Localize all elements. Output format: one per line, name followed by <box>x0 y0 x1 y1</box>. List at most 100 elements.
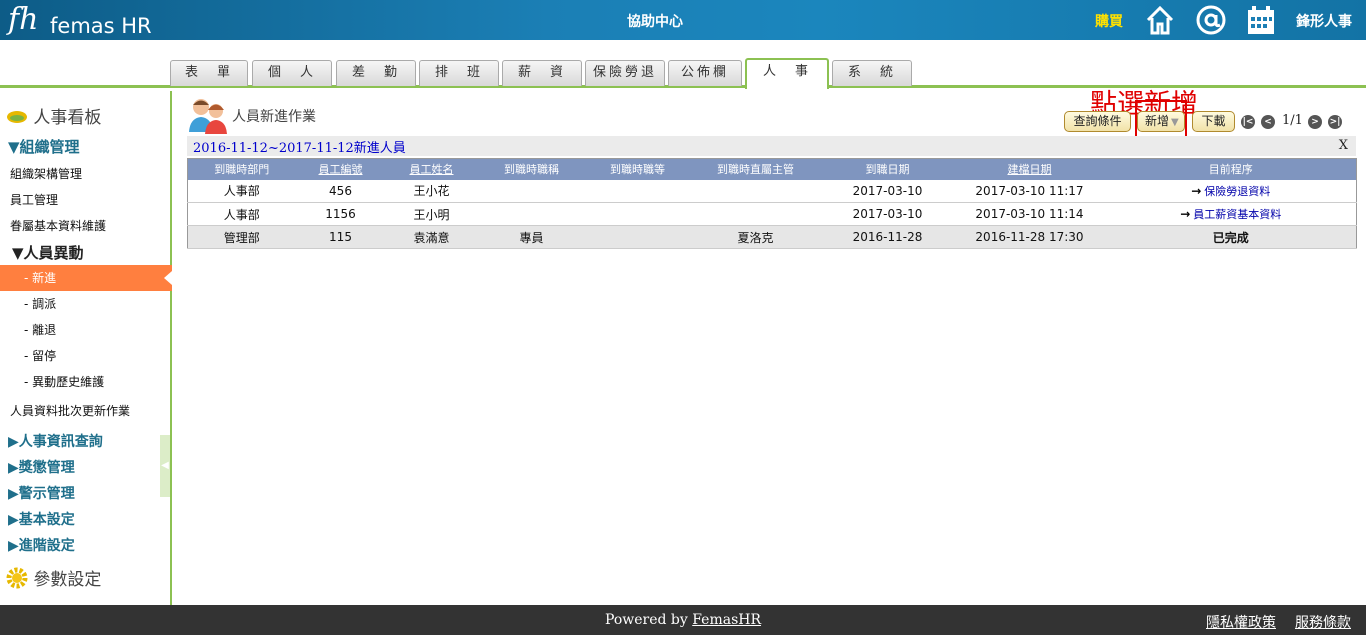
close-icon[interactable]: X <box>1339 138 1348 153</box>
cell-created-date: 2017-03-10 11:17 <box>953 179 1106 203</box>
at-icon[interactable] <box>1195 4 1227 36</box>
cell-employee-id: 115 <box>295 225 386 249</box>
cell-title <box>477 202 586 226</box>
leaf-icon <box>7 111 27 123</box>
calendar-icon[interactable] <box>1245 4 1277 36</box>
sidebar-item-dependents[interactable]: 眷屬基本資料維護 <box>10 217 180 234</box>
tab-bulletin[interactable]: 公佈欄 <box>668 60 742 86</box>
gear-icon <box>6 567 28 589</box>
sidebar-item-resignation[interactable]: - 離退 <box>24 321 194 338</box>
module-tab-bar: 表 單 個 人 差 勤 排 班 薪 資 保險勞退 公佈欄 人 事 系 統 點選新… <box>0 40 1366 120</box>
cell-grade <box>585 179 690 203</box>
sidebar-item-leave[interactable]: - 留停 <box>24 347 194 364</box>
cell-created-date: 2016-11-28 17:30 <box>953 225 1106 249</box>
tab-system[interactable]: 系 統 <box>832 60 912 86</box>
sidebar: 人事看板 ▼組織管理 組織架構管理 員工管理 眷屬基本資料維護 ▼人員異動 - … <box>0 91 172 605</box>
cell-title <box>477 179 586 203</box>
tab-scheduling[interactable]: 排 班 <box>419 60 499 86</box>
sidebar-item-org-structure[interactable]: 組織架構管理 <box>10 165 180 182</box>
cell-supervisor <box>689 179 822 203</box>
cell-process: → 保險勞退資料 <box>1105 179 1357 203</box>
table-row[interactable]: 人事部 456 王小花 2017-03-10 2017-03-10 11:17 … <box>187 179 1357 203</box>
cell-grade <box>585 225 690 249</box>
new-hire-table: 到職時部門 員工編號 員工姓名 到職時職稱 到職時職等 到職時直屬主管 到職日期… <box>187 158 1357 249</box>
powered-by-prefix: Powered by <box>604 612 693 628</box>
col-header-employee-name[interactable]: 員工姓名 <box>385 158 478 180</box>
process-link[interactable]: 保險勞退資料 <box>1204 185 1270 198</box>
col-header-title: 到職時職稱 <box>477 158 586 180</box>
tab-payroll[interactable]: 薪 資 <box>502 60 582 86</box>
page-title: 人員新進作業 <box>232 109 316 125</box>
cell-start-date: 2016-11-28 <box>821 225 954 249</box>
sidebar-rewards[interactable]: ▶獎懲管理 <box>8 457 178 477</box>
people-icon <box>188 96 228 134</box>
cell-supervisor: 夏洛克 <box>689 225 822 249</box>
cell-employee-id: 1156 <box>295 202 386 226</box>
cell-dept: 人事部 <box>187 202 296 226</box>
sidebar-board-label: 人事看板 <box>33 108 102 128</box>
tab-personal[interactable]: 個 人 <box>252 60 332 86</box>
download-button[interactable]: 下載 <box>1192 111 1235 132</box>
sidebar-advanced-settings[interactable]: ▶進階設定 <box>8 535 178 555</box>
prev-page-icon[interactable]: < <box>1261 115 1275 129</box>
sidebar-parameters-label: 參數設定 <box>33 570 102 590</box>
top-bar: fh femas HR 協助中心 購買 鋒形人事 <box>0 0 1366 40</box>
sidebar-item-new-hire[interactable]: - 新進 <box>0 265 172 291</box>
cell-process-completed: 已完成 <box>1105 225 1357 249</box>
femashr-link[interactable]: FemasHR <box>692 612 761 628</box>
col-header-start-date: 到職日期 <box>821 158 954 180</box>
privacy-policy-link[interactable]: 隱私權政策 <box>1206 612 1276 632</box>
col-header-created-date[interactable]: 建檔日期 <box>953 158 1106 180</box>
company-name[interactable]: 鋒形人事 <box>1296 11 1352 31</box>
cell-dept: 人事部 <box>187 179 296 203</box>
page-indicator: 1/1 <box>1282 113 1303 128</box>
arrow-right-icon: → <box>1191 183 1202 198</box>
cell-dept: 管理部 <box>187 225 296 249</box>
sidebar-item-transfer[interactable]: - 調派 <box>24 295 194 312</box>
main-content: 人員新進作業 查詢條件 新增 ▼ 下載 |< < 1/1 > >| 2016-11… <box>186 92 1358 602</box>
cell-title: 專員 <box>477 225 586 249</box>
sidebar-item-employees[interactable]: 員工管理 <box>10 191 180 208</box>
help-center-link[interactable]: 協助中心 <box>610 11 700 31</box>
sidebar-item-change-history[interactable]: - 異動歷史維護 <box>24 373 194 390</box>
cell-employee-name: 王小花 <box>385 179 478 203</box>
sidebar-hr-board[interactable]: 人事看板 <box>6 103 176 128</box>
col-header-process: 目前程序 <box>1105 158 1357 180</box>
sidebar-hr-query[interactable]: ▶人事資訊查詢 <box>8 431 178 451</box>
sidebar-alerts[interactable]: ▶警示管理 <box>8 483 178 503</box>
sidebar-collapse-handle[interactable]: ◀ <box>160 435 170 497</box>
sidebar-personnel-changes[interactable]: ▼人員異動 <box>12 242 182 263</box>
tab-hr[interactable]: 人 事 <box>745 58 829 89</box>
cell-start-date: 2017-03-10 <box>821 202 954 226</box>
first-page-icon[interactable]: |< <box>1241 115 1255 129</box>
buy-link[interactable]: 購買 <box>1095 11 1123 31</box>
cell-process: → 員工薪資基本資料 <box>1105 202 1357 226</box>
arrow-right-icon: → <box>1180 207 1191 221</box>
cell-employee-id: 456 <box>295 179 386 203</box>
table-row[interactable]: 管理部 115 袁滿意 專員 夏洛克 2016-11-28 2016-11-28… <box>187 225 1357 249</box>
sidebar-basic-settings[interactable]: ▶基本設定 <box>8 509 178 529</box>
col-header-employee-id[interactable]: 員工編號 <box>295 158 386 180</box>
logo-mark: fh <box>8 2 39 37</box>
cell-supervisor <box>689 202 822 226</box>
query-conditions-button[interactable]: 查詢條件 <box>1064 111 1131 132</box>
sidebar-item-batch-update[interactable]: 人員資料批次更新作業 <box>10 402 180 419</box>
col-header-supervisor: 到職時直屬主管 <box>689 158 822 180</box>
cell-created-date: 2017-03-10 11:14 <box>953 202 1106 226</box>
tab-insurance[interactable]: 保險勞退 <box>585 60 665 86</box>
sidebar-parameters[interactable]: 參數設定 <box>6 565 176 590</box>
table-header-row: 到職時部門 員工編號 員工姓名 到職時職稱 到職時職等 到職時直屬主管 到職日期… <box>187 158 1357 180</box>
next-page-icon[interactable]: > <box>1308 115 1322 129</box>
cell-employee-name: 袁滿意 <box>385 225 478 249</box>
sidebar-org-management[interactable]: ▼組織管理 <box>8 136 178 157</box>
cell-start-date: 2017-03-10 <box>821 179 954 203</box>
tab-attendance[interactable]: 差 勤 <box>336 60 416 86</box>
table-row[interactable]: 人事部 1156 王小明 2017-03-10 2017-03-10 11:14… <box>187 202 1357 226</box>
tab-forms[interactable]: 表 單 <box>170 60 248 86</box>
terms-of-service-link[interactable]: 服務條款 <box>1295 612 1351 632</box>
process-link[interactable]: 員工薪資基本資料 <box>1193 208 1281 221</box>
last-page-icon[interactable]: >| <box>1328 115 1342 129</box>
col-header-dept: 到職時部門 <box>187 158 296 180</box>
home-icon[interactable] <box>1144 4 1176 36</box>
add-button-highlight <box>1135 100 1187 140</box>
